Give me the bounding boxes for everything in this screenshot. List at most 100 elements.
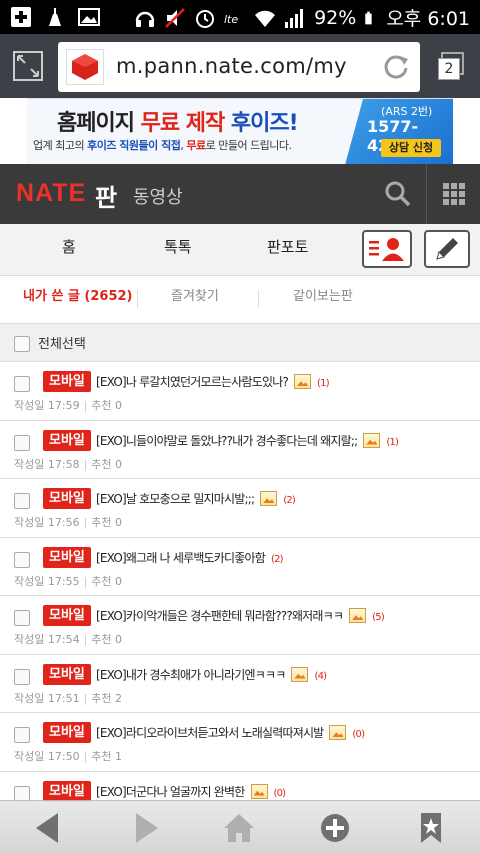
post-checkbox[interactable] [14,376,30,392]
meta-recommend-label: 추천 [91,691,112,705]
post-checkbox[interactable] [14,434,30,451]
post-row[interactable]: 모바일 [EXO]라디오라이브처듣고와서 노래실력따져시발 (0) 작성일 17:50… [0,713,480,772]
meta-written-label: 작성일 [14,457,45,471]
post-checkbox[interactable] [14,610,30,626]
post-title: [EXO]카이악개들은 경수팬한테 뭐라함???왜저래ㅋㅋ [96,609,344,623]
tab-home[interactable]: 홈 [62,236,76,257]
image-attachment-icon [363,432,381,448]
post-time: 17:54 [47,633,80,646]
subtab-favorites[interactable]: 즐겨찾기 [171,285,219,304]
url-text[interactable]: m.pann.nate.com/my [116,54,347,78]
my-list-icon [369,238,404,261]
post-title-link[interactable]: [EXO]카이악개들은 경수팬한테 뭐라함???왜저래ㅋㅋ (5) [96,607,385,624]
tab-pann-photo[interactable]: 판포토 [267,236,308,257]
battery-icon [365,11,372,24]
post-row[interactable]: 모바일 [EXO]나 루갈치였던거모르는사람도있나? (1) 작성일 17:59 | 추천… [0,362,480,421]
recommend-count: 0 [115,399,123,412]
my-sub-tabs: 내가 쓴 글 (2652) 즐겨찾기 같이보는판 [0,276,480,324]
subtab-divider [137,290,138,308]
post-title-link[interactable]: [EXO]나 루갈치였던거모르는사람도있나? (1) [96,373,330,390]
post-title-link[interactable]: [EXO]라디오라이브처듣고와서 노래실력따져시발 (0) [96,724,365,741]
ad-sub-part: 업계 최고의 [33,139,88,152]
my-page-button[interactable] [362,230,412,268]
select-all-checkbox[interactable] [14,336,30,352]
tab-talk[interactable]: 톡톡 [164,236,192,257]
post-title: [EXO]날 호모충으로 밀지마시발;;; [96,492,255,506]
select-all-label[interactable]: 전체선택 [38,333,86,352]
post-title: [EXO]왜그래 나 세루백도카디좋아함 [96,550,266,565]
post-row[interactable]: 모바일 [EXO]카이악개들은 경수팬한테 뭐라함???왜저래ㅋㅋ (5) 작성일 1… [0,596,480,655]
post-checkbox[interactable] [14,727,30,743]
site-header: NATE 판 동영상 [0,164,480,224]
video-link[interactable]: 동영상 [133,183,183,209]
recommend-count: 0 [115,457,123,471]
post-row[interactable]: 모바일 [EXO]니들이야말로 돌았냐??내가 경수좋다는데 왜지랄;; (1) 작성… [0,420,480,479]
image-attachment-icon [349,608,367,623]
comment-count: (1) [317,378,330,389]
post-time: 17:58 [47,457,80,471]
post-time: 17:51 [47,691,80,705]
lte-icon: lte [224,13,238,26]
post-time: 17:59 [47,399,80,412]
meta-written-label: 작성일 [14,399,45,412]
image-attachment-icon [250,783,268,799]
post-row[interactable]: 모바일 [EXO]왜그래 나 세루백도카디좋아함 (2) 작성일 17:55 | 추천 0 [0,537,480,596]
headset-icon [135,11,155,27]
ad-consult-button[interactable]: 상담 신청 [381,139,441,157]
subtab-divider [258,290,259,308]
pann-title[interactable]: 판 [95,178,117,213]
post-title: [EXO]니들이야말로 돌았냐??내가 경수좋다는데 왜지랄;; [96,433,358,448]
meta-written-label: 작성일 [14,516,45,529]
recommend-count: 2 [115,691,123,705]
meta-separator: | [83,399,88,412]
post-checkbox[interactable] [14,551,30,568]
image-attachment-icon [260,491,278,506]
subtab-my-posts[interactable]: 내가 쓴 글 (2652) [23,285,132,304]
meta-separator: | [83,633,88,646]
browser-bottom-nav [0,800,480,853]
post-title-link[interactable]: [EXO]내가 경수최애가 아니라기엔ㅋㅋㅋ (4) [96,666,327,683]
ad-contact-panel: (ARS 2번) 1577-4259 상담 신청 [345,99,453,164]
post-title-link[interactable]: [EXO]니들이야말로 돌았냐??내가 경수좋다는데 왜지랄;; (1) [96,432,399,449]
mobile-badge: 모바일 [43,605,91,626]
subtab-shared[interactable]: 같이보는판 [293,285,353,304]
ad-banner[interactable]: 홈페이지 무료 제작 후이즈! 업계 최고의 후이즈 직원들이 직접, 무료로 … [27,98,453,164]
tab-count: 2 [438,58,460,80]
clean-icon [49,8,61,26]
nate-logo[interactable]: NATE [16,179,86,208]
post-meta: 작성일 17:51 | 추천 2 [14,690,122,706]
reload-icon[interactable] [382,53,410,81]
tab-switcher-button[interactable]: 2 [434,52,464,82]
write-button[interactable] [424,230,470,268]
recommend-count: 0 [115,633,123,646]
comment-count: (0) [273,787,287,799]
post-title-link[interactable]: [EXO]날 호모충으로 밀지마시발;;; (2) [96,490,296,507]
post-title-link[interactable]: [EXO]왜그래 나 세루백도카디좋아함 (2) [96,549,284,566]
image-attachment-icon [291,666,309,682]
post-meta: 작성일 17:58 | 추천 0 [14,456,122,472]
post-row[interactable]: 모바일 [EXO]내가 경수최애가 아니라기엔ㅋㅋㅋ (4) 작성일 17:51 | 추천… [0,654,480,713]
grid-menu-icon[interactable] [442,182,466,206]
home-icon[interactable] [222,811,256,845]
fullscreen-icon[interactable] [12,50,44,82]
post-title-link[interactable]: [EXO]더군다나 얼굴까지 완벽한 (0) [96,783,287,800]
bookmark-icon[interactable] [414,811,448,845]
header-divider [426,164,427,224]
address-bar[interactable]: m.pann.nate.com/my [58,42,420,92]
post-list: 모바일 [EXO]나 루갈치였던거모르는사람도있나? (1) 작성일 17:59 | 추천… [0,362,480,830]
forward-icon[interactable] [128,811,162,845]
meta-recommend-label: 추천 [91,574,112,588]
add-tab-icon[interactable] [318,811,352,845]
back-icon[interactable] [32,811,66,845]
post-checkbox[interactable] [14,493,30,509]
meta-separator: | [83,516,88,529]
meta-separator: | [83,750,88,763]
ad-title-highlight: 무료 제작 [140,111,231,136]
search-icon[interactable] [384,180,412,208]
ad-title: 홈페이지 무료 제작 후이즈! [57,105,299,137]
post-title: [EXO]나 루갈치였던거모르는사람도있나? [96,375,289,389]
post-checkbox[interactable] [14,668,30,685]
post-row[interactable]: 모바일 [EXO]날 호모충으로 밀지마시발;;; (2) 작성일 17:56 | 추천 … [0,479,480,538]
mobile-badge: 모바일 [43,429,91,451]
post-meta: 작성일 17:59 | 추천 0 [14,397,122,413]
